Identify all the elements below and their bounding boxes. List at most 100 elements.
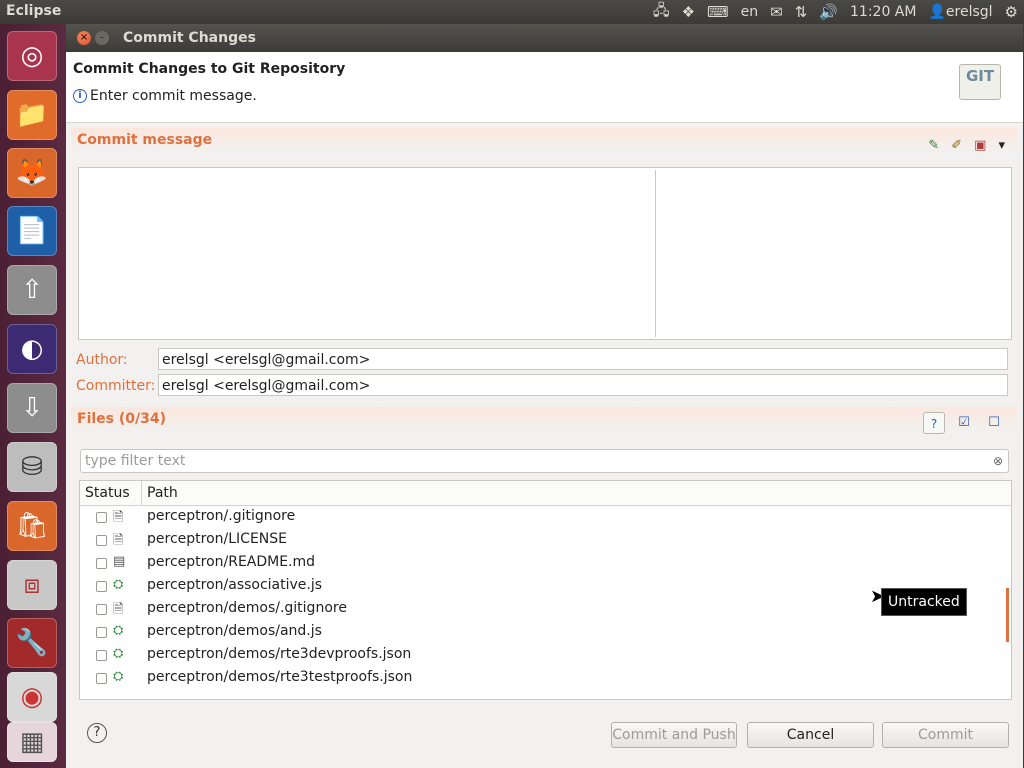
archive-icon[interactable]: ⧈ — [7, 560, 57, 610]
document-file-icon: ▤ — [113, 554, 126, 569]
change-id-icon[interactable]: ▣ — [974, 138, 986, 153]
header-message: Enter commit message. — [90, 88, 257, 104]
launcher: ◎ 📁 🦊 📄 ⇧ ◐ ⇩ ⛁ 🛍 ⧈ 🔧 ◉ ▦ — [0, 24, 65, 768]
filter-placeholder: type filter text — [85, 453, 186, 469]
row-checkbox[interactable] — [96, 581, 107, 592]
amend-icon[interactable]: ✐ — [951, 138, 962, 153]
keyboard-icon[interactable]: ⌨ — [707, 3, 729, 21]
files-title: Files (0/34) — [77, 411, 166, 427]
window-title: Commit Changes — [123, 30, 256, 46]
text-file-icon: 🗎 — [113, 602, 124, 617]
eclipse-icon[interactable]: ◐ — [7, 324, 57, 374]
settings-icon[interactable]: 🔧 — [7, 618, 57, 668]
upload-icon[interactable]: ⇧ — [7, 265, 57, 315]
row-checkbox[interactable] — [96, 604, 107, 615]
file-path: perceptron/demos/and.js — [147, 623, 322, 639]
chrome-icon[interactable]: ◉ — [7, 672, 57, 722]
committer-field[interactable]: erelsgl <erelsgl@gmail.com> — [158, 374, 1008, 396]
table-row[interactable]: ⛭ perceptron/demos/rte3devproofs.json — [80, 644, 1011, 667]
firefox-icon[interactable]: 🦊 — [7, 148, 57, 198]
workspaces-icon[interactable]: ▦ — [7, 722, 57, 762]
minimize-icon[interactable]: – — [95, 31, 109, 45]
row-checkbox[interactable] — [96, 558, 107, 569]
file-path: perceptron/.gitignore — [147, 508, 296, 524]
file-path: perceptron/README.md — [147, 554, 316, 570]
deselect-all-button[interactable]: ☐ — [983, 412, 1005, 434]
chevron-down-icon[interactable]: ▾ — [998, 138, 1005, 153]
js-file-icon: ⛭ — [113, 577, 124, 592]
disk-icon[interactable]: ⛁ — [7, 442, 57, 492]
row-checkbox[interactable] — [96, 673, 107, 684]
committer-label: Committer: — [76, 378, 156, 394]
keyboard-layout[interactable]: en — [741, 4, 759, 20]
text-file-icon: 🗎 — [113, 510, 124, 525]
table-header: Status Path — [80, 481, 1011, 506]
commit-and-push-button[interactable]: Commit and Push — [611, 722, 737, 748]
mail-icon[interactable]: ✉ — [770, 3, 783, 21]
dialog-header: Commit Changes to Git Repository i Enter… — [66, 52, 1023, 123]
commit-message-title: Commit message — [77, 132, 213, 148]
filter-input[interactable]: type filter text ⊗ — [80, 449, 1009, 473]
table-row[interactable]: ⛭ perceptron/demos/rte3testproofs.json — [80, 667, 1011, 690]
writer-icon[interactable]: 📄 — [7, 206, 57, 256]
transfer-icon[interactable]: ⇅ — [795, 3, 808, 21]
user-menu[interactable]: 👤erelsgl — [928, 4, 992, 20]
clock[interactable]: 11:20 AM — [850, 4, 916, 20]
cancel-button[interactable]: Cancel — [747, 722, 874, 748]
text-file-icon: 🗎 — [113, 533, 124, 548]
commit-message-section-header: Commit message ✎ ✐ ▣ ▾ — [71, 128, 1017, 153]
files-section-header: Files (0/34) ? ☑ ☐ — [71, 407, 1017, 434]
file-path: perceptron/associative.js — [147, 577, 323, 593]
gear-icon[interactable]: ⚙ — [1005, 3, 1018, 21]
message-toolbar: ✎ ✐ ▣ ▾ — [928, 138, 1005, 153]
user-name: erelsgl — [945, 4, 993, 20]
checkbox-empty-icon: ☐ — [988, 415, 1000, 430]
download-icon[interactable]: ⇩ — [7, 383, 57, 433]
show-untracked-button[interactable]: ? — [923, 412, 945, 434]
row-checkbox[interactable] — [96, 627, 107, 638]
clear-filter-icon[interactable]: ⊗ — [993, 450, 1003, 472]
page-title: Commit Changes to Git Repository — [73, 61, 346, 77]
column-path[interactable]: Path — [147, 485, 178, 501]
js-file-icon: ⛭ — [113, 646, 124, 661]
window-titlebar[interactable]: × – Commit Changes — [66, 24, 1023, 52]
dropbox-icon[interactable]: ❖ — [682, 3, 695, 21]
column-divider[interactable] — [141, 481, 142, 505]
table-row[interactable]: ▤ perceptron/README.md — [80, 552, 1011, 575]
network-icon[interactable]: 🖧 — [653, 0, 670, 25]
commit-button[interactable]: Commit — [882, 722, 1009, 748]
files-toolbar: ? ☑ ☐ — [923, 412, 1005, 434]
info-icon: i — [73, 89, 87, 103]
js-file-icon: ⛭ — [113, 623, 124, 638]
signed-off-icon[interactable]: ✎ — [928, 138, 939, 153]
volume-icon[interactable]: 🔊 — [819, 3, 838, 21]
row-checkbox[interactable] — [96, 512, 107, 523]
message-divider — [655, 170, 656, 337]
commit-message-input[interactable] — [78, 167, 1012, 340]
column-status[interactable]: Status — [85, 485, 130, 501]
status-tooltip: Untracked — [881, 588, 967, 616]
row-checkbox[interactable] — [96, 535, 107, 546]
user-icon: 👤 — [928, 4, 946, 20]
app-name: Eclipse — [6, 3, 62, 19]
table-row[interactable]: 🗎 perceptron/LICENSE — [80, 529, 1011, 552]
checkbox-checked-icon: ☑ — [958, 415, 970, 430]
commit-dialog: × – Commit Changes Commit Changes to Git… — [66, 24, 1023, 768]
file-path: perceptron/LICENSE — [147, 531, 287, 547]
close-icon[interactable]: × — [77, 31, 91, 45]
js-file-icon: ⛭ — [113, 669, 124, 684]
select-all-button[interactable]: ☑ — [953, 412, 975, 434]
help-icon[interactable]: ? — [87, 723, 107, 743]
row-checkbox[interactable] — [96, 650, 107, 661]
ubuntu-dash-icon[interactable]: ◎ — [7, 31, 57, 81]
table-row[interactable]: ⛭ perceptron/demos/and.js — [80, 621, 1011, 644]
software-center-icon[interactable]: 🛍 — [7, 501, 57, 551]
file-path: perceptron/demos/rte3testproofs.json — [147, 669, 413, 685]
files-icon[interactable]: 📁 — [7, 90, 57, 140]
author-label: Author: — [76, 352, 128, 368]
scrollbar[interactable] — [1006, 588, 1009, 642]
table-row[interactable]: 🗎 perceptron/.gitignore — [80, 506, 1011, 529]
author-field[interactable]: erelsgl <erelsgl@gmail.com> — [158, 348, 1008, 370]
file-path: perceptron/demos/rte3devproofs.json — [147, 646, 412, 662]
system-tray: 🖧 ❖ ⌨ en ✉ ⇅ 🔊 11:20 AM 👤erelsgl ⚙ — [653, 0, 1018, 24]
